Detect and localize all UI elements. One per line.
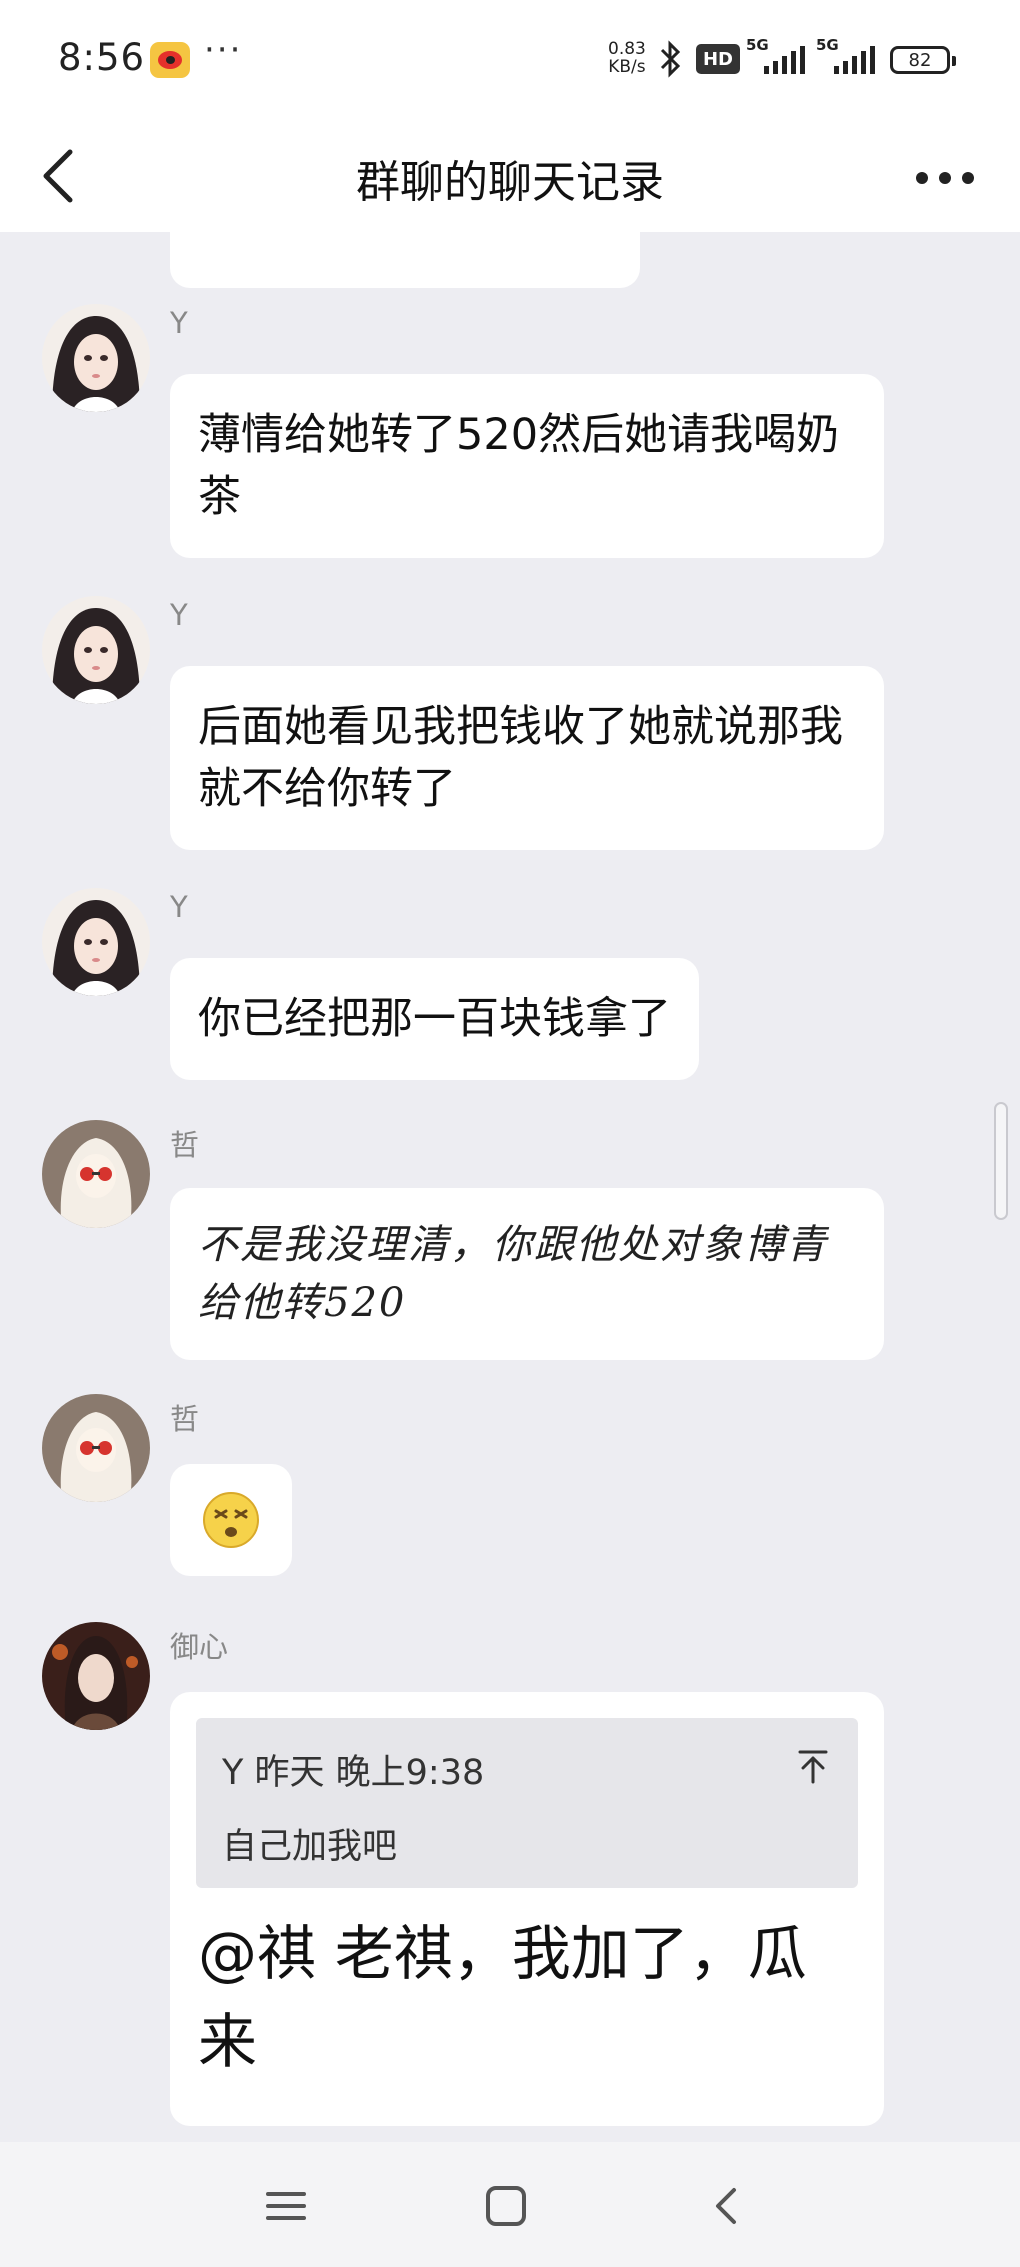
chat-history[interactable]: Y 薄情给她转了520然后她请我喝奶茶 Y 后面她看见我把钱收了她就说那我就不给…: [0, 232, 1020, 2142]
message-text: 不是我没理清，你跟他处对象博青给他转520: [198, 1222, 828, 1326]
nav-bar: 群聊的聊天记录: [0, 118, 1020, 232]
status-time: 8:56: [58, 36, 146, 79]
message-text: @祺 老祺，我加了，瓜来: [198, 1919, 807, 2076]
battery-indicator: 82: [890, 46, 956, 74]
sender-name: 御心: [170, 1630, 229, 1664]
sender-name: 哲: [170, 1402, 200, 1436]
sender-name: Y: [170, 306, 188, 340]
avatar-image: [42, 1120, 150, 1228]
system-nav-bar: [0, 2142, 1020, 2267]
dizzy-face-emoji-icon: [203, 1492, 259, 1548]
avatar-image: [42, 1394, 150, 1502]
sender-name: 哲: [170, 1128, 200, 1162]
avatar[interactable]: [42, 1394, 150, 1502]
message-text: 后面她看见我把钱收了她就说那我就不给你转了: [198, 702, 843, 814]
avatar[interactable]: [42, 1622, 150, 1730]
avatar-image: [42, 596, 150, 704]
more-horizontal-icon: [916, 172, 974, 184]
home-square-icon: [486, 2186, 526, 2226]
system-back-button[interactable]: [696, 2176, 756, 2236]
quoted-message-meta: Y 昨天 晚上9:38: [222, 1753, 485, 1793]
message-bubble[interactable]: Y 昨天 晚上9:38 自己加我吧 @祺 老祺，我加了，瓜来: [170, 1692, 884, 2126]
quoted-message-text: 自己加我吧: [222, 1827, 398, 1867]
quoted-message[interactable]: Y 昨天 晚上9:38 自己加我吧: [196, 1718, 858, 1888]
message-bubble[interactable]: 薄情给她转了520然后她请我喝奶茶: [170, 374, 884, 558]
hd-voice-icon: HD: [696, 44, 740, 74]
menu-icon: [266, 2192, 306, 2220]
home-button[interactable]: [476, 2176, 536, 2236]
message-bubble[interactable]: [170, 1464, 292, 1576]
status-more-indicator: ···: [204, 30, 243, 70]
back-chevron-icon: [716, 2188, 736, 2224]
status-bar: 8:56 ··· 0.83 KB/s HD 5G 5G 82: [0, 0, 1020, 118]
sender-name: Y: [170, 890, 188, 924]
network-speed-value: 0.83: [608, 39, 646, 59]
more-button[interactable]: [910, 158, 980, 198]
avatar[interactable]: [42, 888, 150, 996]
sender-name: Y: [170, 598, 188, 632]
network-speed-unit: KB/s: [608, 57, 646, 77]
message-bubble[interactable]: 你已经把那一百块钱拿了: [170, 958, 699, 1080]
message-text: 薄情给她转了520然后她请我喝奶茶: [198, 410, 840, 522]
arrow-up-to-top-icon[interactable]: [796, 1748, 830, 1784]
message-bubble-partial: [170, 232, 640, 288]
avatar-image: [42, 304, 150, 412]
avatar-image: [42, 1622, 150, 1730]
avatar-image: [42, 888, 150, 996]
avatar[interactable]: [42, 596, 150, 704]
menu-button[interactable]: [256, 2176, 316, 2236]
avatar[interactable]: [42, 1120, 150, 1228]
bluetooth-icon: [660, 40, 681, 78]
scrollbar-thumb[interactable]: [994, 1102, 1008, 1220]
page-title: 群聊的聊天记录: [356, 157, 664, 208]
avatar[interactable]: [42, 304, 150, 412]
message-bubble[interactable]: 不是我没理清，你跟他处对象博青给他转520: [170, 1188, 884, 1360]
network-speed: 0.83 KB/s: [608, 40, 646, 76]
weibo-icon: [150, 42, 190, 78]
message-text: 你已经把那一百块钱拿了: [198, 994, 671, 1044]
message-bubble[interactable]: 后面她看见我把钱收了她就说那我就不给你转了: [170, 666, 884, 850]
